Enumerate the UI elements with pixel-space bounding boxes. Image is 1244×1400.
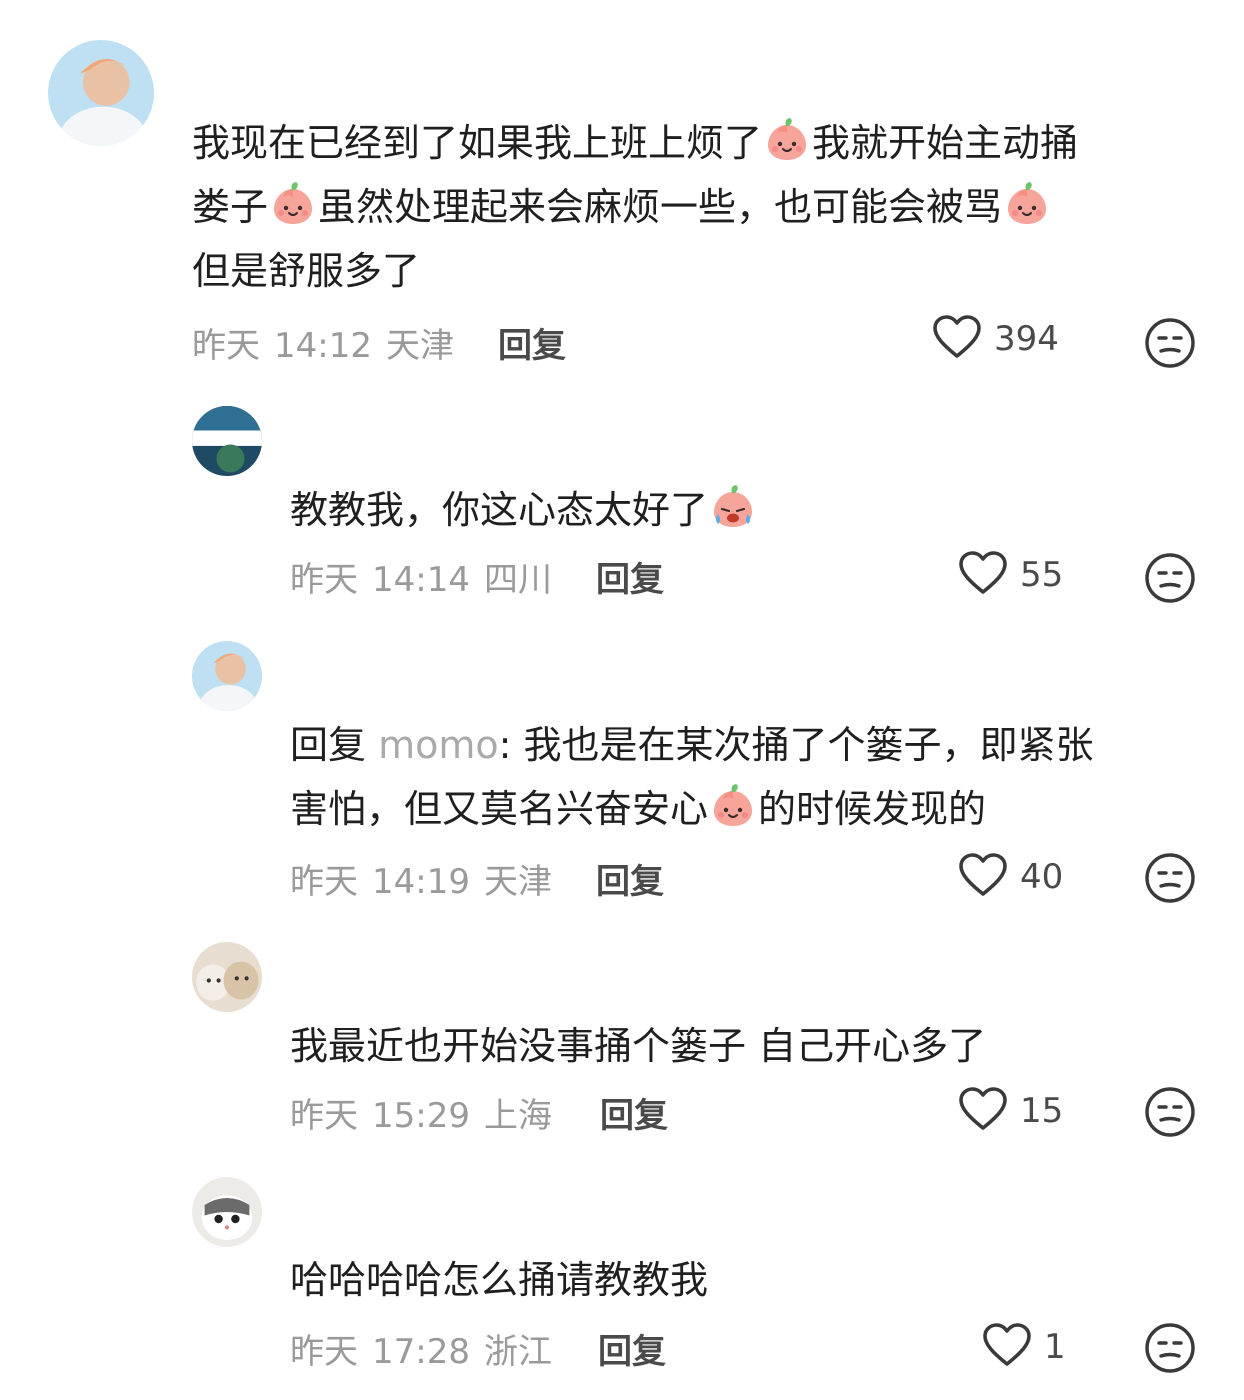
heart-outline-icon: [958, 1086, 1008, 1136]
text-segment: 害怕，但又莫名兴奋安心: [290, 787, 709, 831]
reply-button[interactable]: 回复: [596, 552, 664, 601]
heart-outline-icon: [958, 852, 1008, 902]
like-count: 40: [1020, 857, 1064, 897]
reply-button[interactable]: 回复: [598, 1324, 666, 1373]
comment-text: 回复 momo: 我也是在某次捅了个篓子，即紧张害怕，但又莫名兴奋安心 的时候发现…: [290, 713, 1094, 841]
comment-text-line: 我最近也开始没事捅个篓子 自己开心多了: [290, 1014, 986, 1078]
reply-button[interactable]: 回复: [498, 318, 566, 367]
meh-face-icon: [1144, 318, 1196, 373]
text-segment: 我最近也开始没事捅个篓子 自己开心多了: [290, 1024, 987, 1068]
like-button[interactable]: 55: [958, 550, 1063, 600]
dislike-button[interactable]: [1144, 317, 1196, 369]
like-count: 55: [1020, 555, 1064, 595]
avatar[interactable]: [192, 1177, 262, 1247]
comment-text-line: 娄子 虽然处理起来会麻烦一些，也可能会被骂: [192, 175, 1078, 239]
comment-meta: 昨天 14:14 四川: [290, 552, 566, 601]
text-segment: 我就开始主动捅: [812, 121, 1079, 165]
dislike-button[interactable]: [1144, 1086, 1196, 1138]
comment-time: 15:29: [372, 1096, 470, 1136]
peach-smile-emoji: [710, 783, 756, 829]
reply-button[interactable]: 回复: [600, 1088, 668, 1137]
comment-time: 14:14: [372, 560, 470, 600]
mention-username[interactable]: momo: [378, 723, 499, 767]
heart-outline-icon: [932, 314, 982, 364]
like-button[interactable]: 394: [932, 314, 1059, 364]
heart-outline-icon: [958, 550, 1008, 600]
meh-face-icon: [1144, 1323, 1196, 1378]
like-button[interactable]: 1: [982, 1322, 1066, 1372]
text-segment: 娄子: [192, 185, 269, 229]
comment-location: 四川: [483, 560, 552, 600]
text-segment: 我现在已经到了如果我上班上烦了: [192, 121, 763, 165]
dislike-button[interactable]: [1144, 1322, 1196, 1374]
dislike-button[interactable]: [1144, 852, 1196, 904]
meh-face-icon: [1144, 853, 1196, 908]
like-count: 15: [1020, 1091, 1064, 1131]
comment-time: 17:28: [372, 1332, 470, 1372]
comment-location: 天津: [483, 862, 552, 902]
like-button[interactable]: 15: [958, 1086, 1063, 1136]
comment-location: 上海: [483, 1096, 552, 1136]
comment-date: 昨天: [290, 862, 358, 902]
avatar[interactable]: [192, 406, 262, 476]
comment-date: 昨天: [192, 326, 260, 366]
text-segment: 虽然处理起来会麻烦一些，也可能会被骂: [318, 185, 1003, 229]
comment-text-line: 但是舒服多了: [192, 239, 1078, 303]
comment-text: 教教我，你这心态太好了: [290, 478, 758, 542]
comment-meta: 昨天 17:28 浙江: [290, 1324, 566, 1373]
avatar[interactable]: [192, 942, 262, 1012]
meh-face-icon: [1144, 1087, 1196, 1142]
comment-text: 我最近也开始没事捅个篓子 自己开心多了: [290, 1014, 986, 1078]
comment-location: 浙江: [483, 1332, 552, 1372]
comment-time: 14:19: [372, 862, 470, 902]
comment-time: 14:12: [274, 326, 372, 366]
peach-smile-emoji: [1004, 181, 1050, 227]
reply-prefix: 回复: [290, 723, 379, 767]
comment-text: 哈哈哈哈怎么捅请教教我: [290, 1248, 708, 1312]
text-segment: 但是舒服多了: [192, 249, 421, 293]
meh-face-icon: [1144, 553, 1196, 608]
comment-text-line: 教教我，你这心态太好了: [290, 478, 758, 542]
heart-outline-icon: [982, 1322, 1032, 1372]
like-count: 394: [994, 319, 1059, 359]
avatar[interactable]: [192, 641, 262, 711]
comment-text-line: 回复 momo: 我也是在某次捅了个篓子，即紧张: [290, 713, 1094, 777]
peach-smile-emoji: [764, 117, 810, 163]
text-segment: 哈哈哈哈怎么捅请教教我: [290, 1258, 709, 1302]
comment-date: 昨天: [290, 1096, 358, 1136]
comment-text-line: 哈哈哈哈怎么捅请教教我: [290, 1248, 708, 1312]
comment-location: 天津: [385, 326, 454, 366]
peach-cry-emoji: [710, 484, 756, 530]
comment-meta: 昨天 14:12 天津: [192, 318, 468, 367]
comment-text: 我现在已经到了如果我上班上烦了 我就开始主动捅娄子 虽然处理起来会麻烦一些，也可能会…: [192, 111, 1078, 303]
comment-text-line: 我现在已经到了如果我上班上烦了 我就开始主动捅: [192, 111, 1078, 175]
dislike-button[interactable]: [1144, 552, 1196, 604]
like-button[interactable]: 40: [958, 852, 1063, 902]
comment-meta: 昨天 14:19 天津: [290, 854, 566, 903]
like-count: 1: [1044, 1327, 1066, 1367]
reply-button[interactable]: 回复: [596, 854, 664, 903]
comment-text-line: 害怕，但又莫名兴奋安心 的时候发现的: [290, 777, 1094, 841]
text-segment: 的时候发现的: [758, 787, 987, 831]
comment-date: 昨天: [290, 560, 358, 600]
avatar[interactable]: [48, 40, 154, 146]
comment-meta: 昨天 15:29 上海: [290, 1088, 566, 1137]
peach-smile-emoji: [270, 181, 316, 227]
comment-date: 昨天: [290, 1332, 358, 1372]
text-segment: : 我也是在某次捅了个篓子，即紧张: [498, 723, 1094, 767]
text-segment: 教教我，你这心态太好了: [290, 488, 709, 532]
